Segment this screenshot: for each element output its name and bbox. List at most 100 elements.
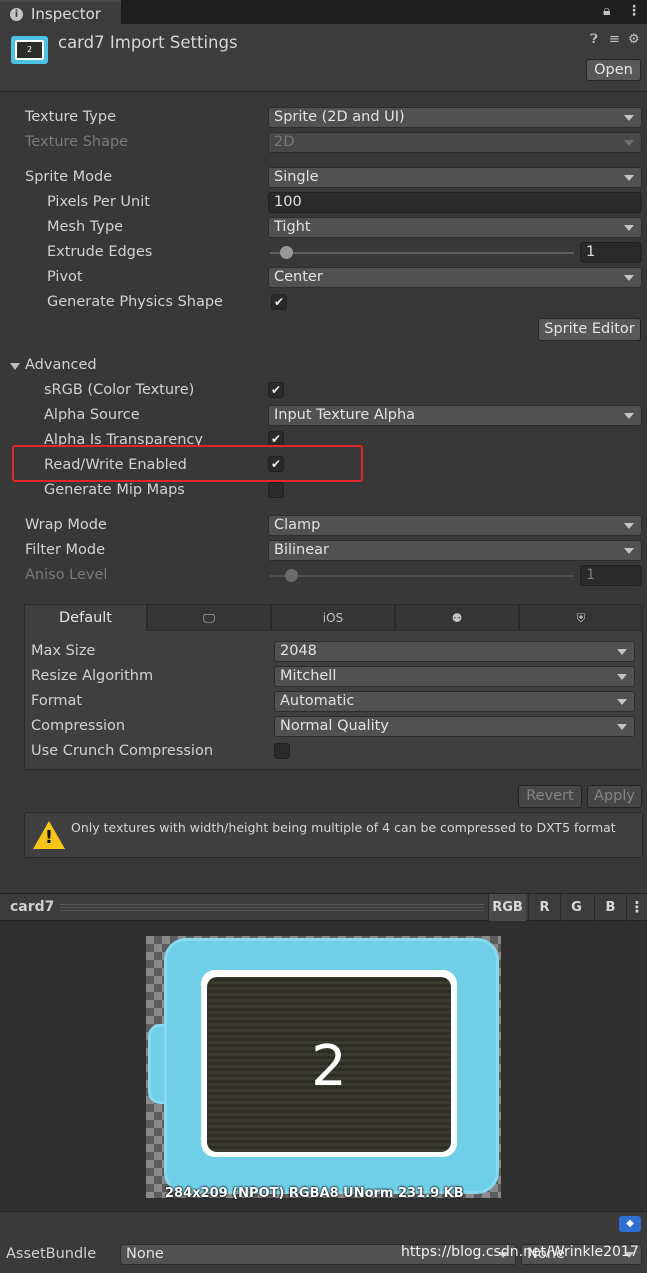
sprite-editor-button[interactable]: Sprite Editor [538,318,641,341]
pivot-label: Pivot [47,269,83,285]
warning-box: ! Only textures with width/height being … [24,812,643,858]
thumb-number: 2 [15,40,44,60]
extrude-edges-label: Extrude Edges [47,244,153,260]
watermark: https://blog.csdn.net/Wrinkle2017 [401,1244,639,1260]
pixels-per-unit-field[interactable]: 100 [268,192,642,213]
asset-bundle-value: None [126,1246,164,1262]
resize-algorithm-dropdown[interactable]: Mitchell [274,666,635,687]
aniso-level-field: 1 [580,565,642,586]
android-icon: ⚉ [451,611,463,625]
help-icon[interactable]: ❓︎ [590,32,598,47]
tab-bar: i Inspector 🔒︎ ⋮ [0,0,647,25]
mesh-type-label: Mesh Type [47,219,124,235]
alpha-source-label: Alpha Source [44,407,140,423]
preview-menu-icon[interactable]: ⋮ [626,894,647,921]
channel-g-button[interactable]: G [560,894,592,921]
texture-shape-label: Texture Shape [25,134,129,150]
pivot-dropdown[interactable]: Center [268,267,642,288]
filter-mode-dropdown[interactable]: Bilinear [268,540,642,561]
compression-label: Compression [31,718,126,734]
preview-toolbar: card7 RGB R G B ⋮ [0,893,647,921]
chevron-down-icon [624,115,634,121]
generate-mip-maps-checkbox[interactable] [268,482,284,498]
html5-icon: ⛨ [576,611,586,625]
filter-mode-value: Bilinear [274,542,329,558]
chevron-down-icon [624,140,634,146]
mesh-type-dropdown[interactable]: Tight [268,217,642,238]
sprite-mode-label: Sprite Mode [25,169,113,185]
chevron-down-icon [624,523,634,529]
texture-shape-value: 2D [274,134,295,150]
gear-icon[interactable]: ⚙︎ [628,32,640,47]
tag-icon[interactable]: ◆ [619,1216,641,1232]
page-title: card7 Import Settings [58,33,238,52]
texture-thumbnail: 2 [11,36,48,64]
texture-type-label: Texture Type [25,109,116,125]
mesh-type-value: Tight [274,219,311,235]
srgb-label: sRGB (Color Texture) [44,382,195,398]
tab-label: Inspector [31,5,101,23]
extrude-edges-field[interactable]: 1 [580,242,642,263]
max-size-label: Max Size [31,643,96,659]
texture-type-dropdown[interactable]: Sprite (2D and UI) [268,107,642,128]
preview-title: card7 [10,899,55,915]
pivot-value: Center [274,269,323,285]
open-button[interactable]: Open [586,59,641,81]
card-number: 2 [311,1034,347,1099]
monitor-icon: 🖵︎ [203,611,215,625]
wrap-mode-value: Clamp [274,517,321,533]
chevron-down-icon [617,649,627,655]
preset-icon[interactable]: ≡ [609,32,620,47]
channel-b-button[interactable]: B [594,894,626,921]
format-dropdown[interactable]: Automatic [274,691,635,712]
alpha-source-dropdown[interactable]: Input Texture Alpha [268,405,642,426]
sprite-mode-value: Single [274,169,319,185]
chevron-down-icon [617,699,627,705]
warning-text: Only textures with width/height being mu… [71,820,616,835]
use-crunch-checkbox[interactable] [274,743,290,759]
tab-inspector[interactable]: i Inspector [0,0,121,25]
apply-button[interactable]: Apply [587,785,642,808]
max-size-dropdown[interactable]: 2048 [274,641,635,662]
chevron-down-icon [624,413,634,419]
asset-bundle-label: AssetBundle [6,1246,97,1262]
generate-mip-maps-label: Generate Mip Maps [44,482,185,498]
compression-dropdown[interactable]: Normal Quality [274,716,635,737]
wrap-mode-dropdown[interactable]: Clamp [268,515,642,536]
format-value: Automatic [280,693,355,709]
tab-default[interactable]: Default [24,604,147,631]
texture-type-value: Sprite (2D and UI) [274,109,405,125]
more-menu-icon[interactable]: ⋮ [627,3,641,19]
preview-info: 284x209 (NPOT) RGBA8 UNorm 231.9 KB [165,1186,464,1201]
extrude-edges-slider-thumb[interactable] [280,246,293,259]
tab-standalone[interactable]: 🖵︎ [147,604,271,631]
resize-algorithm-label: Resize Algorithm [31,668,154,684]
advanced-foldout[interactable]: Advanced [25,357,97,373]
lock-icon[interactable]: 🔒︎ [603,3,610,19]
info-icon: i [10,8,23,21]
compression-value: Normal Quality [280,718,389,734]
inspector-header: 2 card7 Import Settings ❓︎ ≡ ⚙︎ Open [0,24,647,92]
format-label: Format [31,693,83,709]
pixels-per-unit-label: Pixels Per Unit [47,194,150,210]
channel-rgb-button[interactable]: RGB [488,894,526,921]
resize-grip[interactable] [60,904,484,911]
warning-mark: ! [44,827,54,848]
extrude-edges-slider-track[interactable] [270,252,574,254]
resize-algorithm-value: Mitchell [280,668,337,684]
wrap-mode-label: Wrap Mode [25,517,107,533]
sprite-mode-dropdown[interactable]: Single [268,167,642,188]
foldout-arrow-icon[interactable] [10,363,20,370]
tab-webgl[interactable]: ⛨ [519,604,643,631]
chevron-down-icon [624,548,634,554]
tab-ios[interactable]: iOS [271,604,395,631]
channel-r-button[interactable]: R [528,894,560,921]
chevron-down-icon [624,225,634,231]
revert-button[interactable]: Revert [518,785,582,808]
tab-android[interactable]: ⚉ [395,604,519,631]
chevron-down-icon [624,275,634,281]
srgb-checkbox[interactable]: ✔ [268,382,284,398]
highlight-box [12,445,363,482]
generate-physics-shape-checkbox[interactable]: ✔ [271,294,287,310]
filter-mode-label: Filter Mode [25,542,106,558]
